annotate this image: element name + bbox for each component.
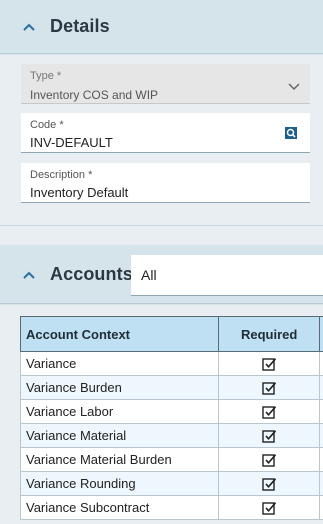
table-row[interactable]: Variance Labor [19, 399, 323, 424]
chevron-up-icon[interactable] [22, 20, 36, 34]
extra-cell [319, 399, 323, 424]
checkbox-checked-icon[interactable] [261, 379, 277, 395]
account-context-cell: Variance Material Burden [19, 447, 220, 472]
code-field[interactable]: Code * INV-DEFAULT [21, 113, 310, 153]
account-context-cell: Variance Subcontract [19, 495, 220, 520]
required-cell[interactable] [218, 471, 321, 496]
required-cell[interactable] [218, 351, 321, 376]
details-title: Details [50, 16, 110, 36]
type-select[interactable]: Type * Inventory COS and WIP [21, 64, 310, 104]
table-row[interactable]: Variance Rounding [19, 471, 323, 496]
description-label: Description * [30, 169, 93, 181]
section-divider [0, 225, 323, 245]
column-header-extra [319, 316, 323, 352]
account-context-cell: Variance Burden [19, 375, 220, 400]
chevron-up-icon[interactable] [22, 268, 36, 282]
table-row[interactable]: Variance Subcontract [19, 495, 323, 520]
checkbox-checked-icon[interactable] [261, 403, 277, 419]
required-cell[interactable] [218, 399, 321, 424]
column-header-account-context[interactable]: Account Context [19, 316, 220, 352]
account-context-cell: Variance Material [19, 423, 220, 448]
description-value[interactable]: Inventory Default [30, 185, 128, 200]
required-cell[interactable] [218, 447, 321, 472]
checkbox-checked-icon[interactable] [261, 451, 277, 467]
description-field[interactable]: Description * Inventory Default [21, 163, 310, 203]
table-row[interactable]: Variance [19, 351, 323, 376]
extra-cell [319, 423, 323, 448]
checkbox-checked-icon[interactable] [261, 499, 277, 515]
checkbox-checked-icon[interactable] [261, 475, 277, 491]
table-header-row: Account Context Required [19, 316, 323, 352]
details-section-header[interactable]: Details [0, 0, 323, 54]
table-row[interactable]: Variance Material [19, 423, 323, 448]
accounts-table: Account Context Required Variance Varianc… [19, 316, 323, 520]
required-cell[interactable] [218, 423, 321, 448]
type-label: Type * [30, 70, 62, 82]
chevron-down-icon[interactable] [288, 78, 300, 96]
account-context-cell: Variance Rounding [19, 471, 220, 496]
extra-cell [319, 495, 323, 520]
details-body: Type * Inventory COS and WIP Code * INV-… [0, 55, 323, 225]
table-row[interactable]: Variance Burden [19, 375, 323, 400]
account-context-cell: Variance [19, 351, 220, 376]
required-cell[interactable] [218, 375, 321, 400]
extra-cell [319, 375, 323, 400]
accounts-filter-input[interactable]: All [131, 255, 323, 296]
accounts-filter-value: All [141, 267, 157, 283]
extra-cell [319, 471, 323, 496]
code-label: Code * [30, 119, 64, 131]
extra-cell [319, 351, 323, 376]
required-cell[interactable] [218, 495, 321, 520]
type-value: Inventory COS and WIP [30, 88, 159, 102]
code-value[interactable]: INV-DEFAULT [30, 135, 113, 150]
extra-cell [319, 447, 323, 472]
accounts-table-container: Account Context Required Variance Varianc… [0, 305, 323, 524]
account-context-cell: Variance Labor [19, 399, 220, 424]
accounts-title: Accounts [50, 264, 133, 284]
checkbox-checked-icon[interactable] [261, 427, 277, 443]
column-header-required[interactable]: Required [218, 316, 321, 352]
lookup-search-icon[interactable] [284, 126, 298, 140]
checkbox-checked-icon[interactable] [261, 355, 277, 371]
table-row[interactable]: Variance Material Burden [19, 447, 323, 472]
